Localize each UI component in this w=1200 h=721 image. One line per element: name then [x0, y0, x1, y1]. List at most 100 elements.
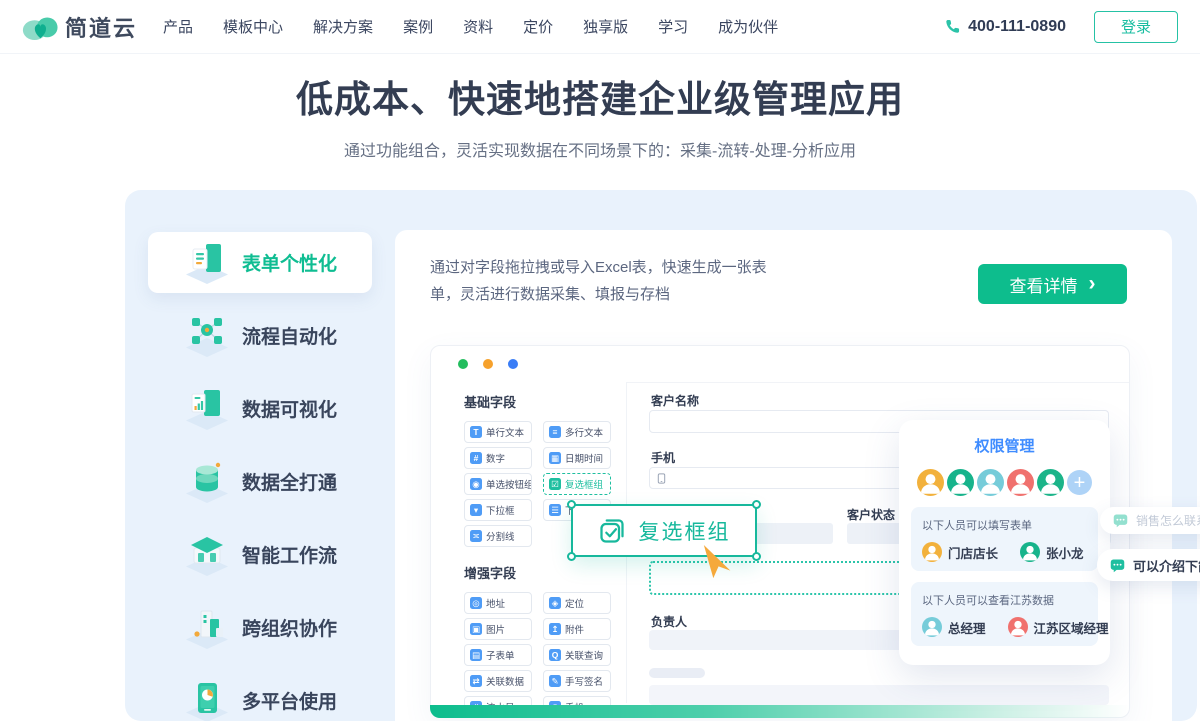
sidebar-item[interactable]: 流程自动化: [148, 305, 372, 366]
field-chip[interactable]: ⇄ 关联数据: [464, 670, 532, 692]
nav-item[interactable]: 独享版: [583, 16, 628, 37]
data-hub-icon: [183, 460, 231, 504]
form-personalization-icon: [183, 241, 231, 285]
chevron-right-icon: ›: [1088, 271, 1096, 295]
attachment-icon: ↥: [549, 623, 561, 635]
brand-name: 简道云: [65, 15, 138, 41]
smart-workflow-icon: [183, 533, 231, 577]
number-icon: #: [470, 452, 482, 464]
feature-sidebar: 表单个性化 流程自动化 数据可视化 数据全打通 智能工作流 跨组织协作 多平台使…: [125, 232, 395, 721]
login-button[interactable]: 登录: [1094, 10, 1178, 43]
basic-fields-title: 基础字段: [464, 395, 517, 410]
linked-query-icon: Q: [549, 649, 561, 661]
sidebar-item-label: 智能工作流: [241, 546, 337, 567]
checkbox-group-large-icon: [598, 517, 626, 545]
window-dot-blue-icon: [508, 359, 518, 369]
view-details-button[interactable]: 查看详情 ›: [978, 264, 1127, 304]
datetime-icon: ▦: [549, 452, 561, 464]
permission-card: 权限管理 + 以下人员可以填写表单 门店店长 张小龙 以下人员可以查看江苏数据 …: [899, 420, 1110, 665]
checkbox-group-icon: ☑: [549, 478, 561, 490]
add-member-button[interactable]: +: [1067, 470, 1092, 495]
sidebar-item[interactable]: 表单个性化: [148, 232, 372, 293]
field-chip[interactable]: ▾ 下拉框: [464, 499, 532, 521]
field-chip[interactable]: T 单行文本: [464, 421, 532, 443]
sidebar-item-label: 数据全打通: [241, 473, 337, 494]
field-chip[interactable]: ▣ 图片: [464, 618, 532, 640]
avatar-row: [917, 469, 1064, 496]
nav-item[interactable]: 成为伙伴: [718, 16, 778, 37]
resize-handle[interactable]: [567, 500, 576, 509]
avatar: [1037, 469, 1064, 496]
phone-icon: [946, 19, 960, 33]
sidebar-item[interactable]: 智能工作流: [148, 524, 372, 585]
field-chip[interactable]: ▤ 子表单: [464, 644, 532, 666]
radio-group-icon: ◉: [470, 478, 482, 490]
nav-item[interactable]: 定价: [523, 16, 553, 37]
multi-platform-icon: [183, 679, 231, 721]
member-avatar: [922, 617, 942, 637]
field-chip[interactable]: ◎ 地址: [464, 592, 532, 614]
window-dot-green-icon: [458, 359, 468, 369]
member: 江苏区域经理: [1007, 617, 1109, 637]
nav-item[interactable]: 产品: [163, 16, 193, 37]
placeholder-label-bar: [649, 668, 705, 678]
resize-handle[interactable]: [567, 552, 576, 561]
member-name: 江苏区域经理: [1033, 621, 1109, 636]
enhanced-fields-list: ◎ 地址 ◈ 定位 ▣ 图片 ↥ 附件 ▤ 子表单 Q 关联查询 ⇄ 关联数据 …: [464, 592, 626, 718]
permission-group: 以下人员可以查看江苏数据 总经理 江苏区域经理: [911, 582, 1109, 646]
member: 总经理: [922, 617, 986, 637]
process-automation-icon: [183, 314, 231, 358]
page-title: 低成本、快速地搭建企业级管理应用: [296, 79, 904, 120]
field-chip[interactable]: ≍ 分割线: [464, 525, 532, 547]
window-header-divider: [627, 382, 1129, 383]
sidebar-item[interactable]: 跨组织协作: [148, 597, 372, 658]
cursor-icon: [703, 545, 731, 579]
location-icon: ◈: [549, 597, 561, 609]
avatar: [1007, 469, 1034, 496]
placeholder-input: [649, 685, 1109, 705]
field-chip[interactable]: ≡ 多行文本: [543, 421, 611, 443]
linked-data-icon: ⇄: [470, 675, 482, 687]
field-chip[interactable]: ▦ 日期时间: [543, 447, 611, 469]
multi-line-text-icon: ≡: [549, 426, 561, 438]
nav-item[interactable]: 案例: [403, 16, 433, 37]
field-chip[interactable]: ◉ 单选按钮组: [464, 473, 532, 495]
data-visualization-icon: [183, 387, 231, 431]
mobile-glyph-icon: [657, 472, 666, 484]
permission-group: 以下人员可以填写表单 门店店长 张小龙: [911, 507, 1098, 571]
sidebar-item[interactable]: 数据全打通: [148, 451, 372, 512]
field-chip[interactable]: ↥ 附件: [543, 618, 611, 640]
sidebar-item-label: 表单个性化: [241, 254, 337, 275]
member-name: 总经理: [948, 621, 986, 636]
nav-item[interactable]: 模板中心: [223, 16, 283, 37]
sidebar-item[interactable]: 多平台使用: [148, 670, 372, 721]
progress-gradient-bar: [430, 705, 1130, 718]
field-chip[interactable]: ☑ 复选框组: [543, 473, 611, 495]
member-name: 门店店长: [948, 546, 999, 561]
brand-logo[interactable]: 简道云: [22, 11, 137, 43]
enhanced-fields-title: 增强字段: [464, 566, 517, 581]
member-avatar: [922, 542, 942, 562]
dragged-field-label: 复选框组: [638, 520, 731, 544]
phone-number[interactable]: 400-111-0890: [945, 18, 1066, 36]
page-subtitle: 通过功能组合，灵活实现数据在不同场景下的：采集-流转-处理-分析应用: [344, 143, 856, 160]
sidebar-item[interactable]: 数据可视化: [148, 378, 372, 439]
permission-group-text: 以下人员可以查看江苏数据: [922, 595, 1054, 607]
chat-bubble[interactable]: 销售怎么联系?: [1100, 507, 1200, 534]
chat-bubble-text: 销售怎么联系?: [1136, 514, 1200, 528]
nav-item[interactable]: 解决方案: [313, 16, 373, 37]
field-chip[interactable]: Q 关联查询: [543, 644, 611, 666]
field-chip[interactable]: # 数字: [464, 447, 532, 469]
single-line-text-icon: T: [470, 426, 482, 438]
divider-icon: ≍: [470, 530, 482, 542]
dropdown-icon: ▾: [470, 504, 482, 516]
resize-handle[interactable]: [752, 552, 761, 561]
phone-field-label: 手机: [651, 451, 676, 465]
field-chip[interactable]: ◈ 定位: [543, 592, 611, 614]
field-chip[interactable]: ✎ 手写签名: [543, 670, 611, 692]
nav-item[interactable]: 资料: [463, 16, 493, 37]
avatar: [917, 469, 944, 496]
chat-bubble[interactable]: 可以介绍下简道云: [1097, 549, 1200, 581]
nav-item[interactable]: 学习: [658, 16, 688, 37]
resize-handle[interactable]: [752, 500, 761, 509]
